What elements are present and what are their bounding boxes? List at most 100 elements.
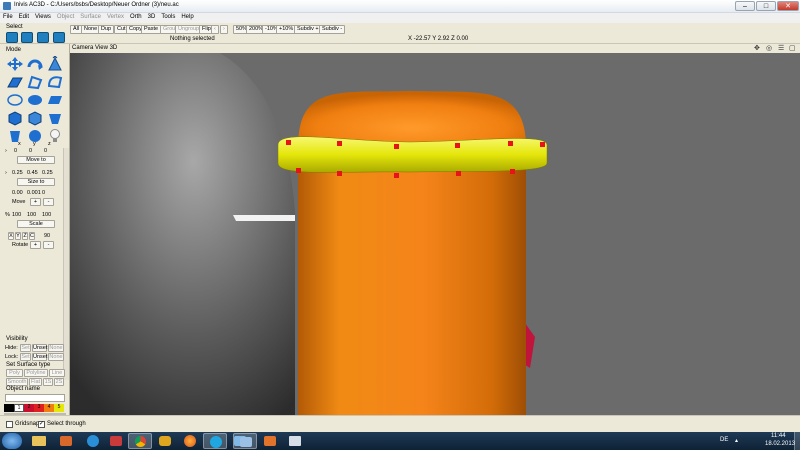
games-icon[interactable] (153, 433, 177, 449)
minimize-button[interactable]: – (735, 1, 755, 11)
scale-x[interactable]: 100 (12, 212, 21, 218)
chrome-icon[interactable] (128, 433, 152, 449)
select-surface-icon[interactable] (53, 32, 65, 43)
rotate-axis-c[interactable]: C (29, 232, 35, 240)
palette-swatch-4[interactable]: 4 (44, 404, 54, 412)
size-to-y[interactable]: 0.45 (27, 170, 38, 176)
size-to-arrow-icon[interactable]: › (5, 170, 7, 176)
lock-unset-button[interactable]: Unset (32, 353, 47, 361)
vertex-handle[interactable] (286, 140, 291, 145)
clock-time[interactable]: 11:44 (771, 433, 786, 439)
file-explorer-icon[interactable] (27, 433, 51, 449)
scale-button[interactable]: Scale (17, 220, 55, 228)
menu-surface[interactable]: Surface (77, 13, 104, 21)
extrude-icon[interactable] (6, 74, 24, 90)
menu-3d[interactable]: 3D (145, 13, 159, 21)
menu-tools[interactable]: Tools (158, 13, 178, 21)
rotate-plus-button[interactable]: + (30, 241, 41, 249)
select-object-icon[interactable] (21, 32, 33, 43)
notes-icon[interactable] (283, 433, 307, 449)
select-group-icon[interactable] (37, 32, 49, 43)
move-z[interactable]: 0 (42, 190, 45, 196)
move-to-x[interactable]: 0 (14, 148, 17, 154)
vertex-handle[interactable] (296, 168, 301, 173)
language-indicator[interactable]: DE (720, 437, 728, 443)
media-player-icon[interactable] (54, 433, 78, 449)
rotate-axis-x[interactable]: X (8, 232, 14, 240)
vertex-handle[interactable] (456, 171, 461, 176)
gray-sphere-shape[interactable] (70, 53, 295, 415)
scale-y[interactable]: 100 (27, 212, 36, 218)
vertex-handle[interactable] (337, 141, 342, 146)
menu-vertex[interactable]: Vertex (104, 13, 127, 21)
move-to-z[interactable]: 0 (44, 148, 47, 154)
box-icon[interactable] (26, 110, 44, 126)
firefox-icon[interactable] (178, 433, 202, 449)
viewport-axes-icon[interactable]: ✥ (754, 44, 760, 52)
cylinder-icon[interactable] (6, 128, 24, 144)
menu-help[interactable]: Help (178, 13, 196, 21)
ellipse-icon[interactable] (6, 92, 24, 108)
vertex-handle[interactable] (455, 143, 460, 148)
size-to-z[interactable]: 0.25 (42, 170, 53, 176)
palette-swatch-2[interactable]: 2 (24, 404, 34, 412)
scale-mode-icon[interactable] (46, 55, 64, 72)
hide-unset-button[interactable]: Unset (32, 344, 47, 352)
move-to-arrow-icon[interactable]: › (5, 148, 7, 154)
move-minus-button[interactable]: - (43, 198, 54, 206)
cube-icon[interactable] (6, 110, 24, 126)
palette-swatch-black[interactable] (4, 404, 14, 412)
palette-swatch-5[interactable]: 5 (54, 404, 64, 412)
viewport-options-icon[interactable]: ☰ (778, 44, 784, 52)
surface-line-button[interactable]: Line (49, 369, 65, 377)
menu-file[interactable]: File (0, 13, 16, 21)
rotate-axis-z[interactable]: Z (22, 232, 28, 240)
rotate-mode-icon[interactable] (26, 56, 44, 72)
scale-z[interactable]: 100 (42, 212, 51, 218)
move-plus-button[interactable]: + (30, 198, 41, 206)
menu-edit[interactable]: Edit (16, 13, 32, 21)
subdiv-minus-button[interactable]: Subdiv - (319, 25, 346, 34)
yellow-ring-shape[interactable] (277, 136, 548, 173)
vertex-handle[interactable] (510, 169, 515, 174)
vertex-handle[interactable] (540, 142, 545, 147)
move-mode-icon[interactable] (6, 56, 24, 72)
tray-arrow-icon[interactable]: ▴ (735, 437, 738, 444)
surface-1s-button[interactable]: 1S (43, 378, 53, 386)
arrow-right-icon[interactable]: › (220, 25, 228, 34)
select-through-checkbox[interactable]: ✓ (38, 421, 45, 428)
viewport-maximize-icon[interactable]: ▢ (789, 44, 796, 52)
gridsnap-checkbox[interactable] (6, 421, 13, 428)
white-plane-shape[interactable] (233, 215, 295, 221)
object-name-field[interactable] (5, 394, 65, 402)
box-flat-icon[interactable] (46, 92, 64, 108)
move-to-y[interactable]: 0 (29, 148, 32, 154)
subdiv-plus-button[interactable]: Subdiv + (294, 25, 322, 34)
show-desktop-button[interactable] (794, 432, 800, 450)
lock-none-button[interactable]: None (48, 353, 64, 361)
orange-cylinder-shape[interactable] (298, 143, 526, 415)
move-y[interactable]: 0.001 (27, 190, 41, 196)
app-launcher-icon[interactable] (104, 433, 128, 449)
pyramid-icon[interactable] (46, 110, 64, 126)
select-vertex-icon[interactable] (6, 32, 18, 43)
internet-explorer-icon[interactable] (81, 433, 105, 449)
move-to-button[interactable]: Move to (17, 156, 55, 164)
move-x[interactable]: 0.00 (12, 190, 23, 196)
palette-swatch-1[interactable]: 1 (14, 404, 24, 412)
surface-poly-button[interactable]: Poly (6, 369, 23, 377)
hide-set-button[interactable]: Set (20, 344, 31, 352)
vertex-handle[interactable] (394, 173, 399, 178)
rotate-minus-button[interactable]: - (43, 241, 54, 249)
size-to-button[interactable]: Size to (17, 178, 55, 186)
maximize-button[interactable]: □ (756, 1, 776, 11)
3d-viewport[interactable]: Camera View 3D ✥ ◎ ☰ ▢ (70, 44, 800, 415)
sketch-icon[interactable] (258, 433, 282, 449)
disc-icon[interactable] (26, 92, 44, 108)
skype-icon[interactable] (203, 433, 227, 449)
menu-object[interactable]: Object (54, 13, 77, 21)
paste-button[interactable]: Paste (141, 25, 162, 34)
menu-views[interactable]: Views (32, 13, 54, 21)
bevel-icon[interactable] (46, 74, 64, 90)
duplicate-button[interactable]: Dup (98, 25, 115, 34)
